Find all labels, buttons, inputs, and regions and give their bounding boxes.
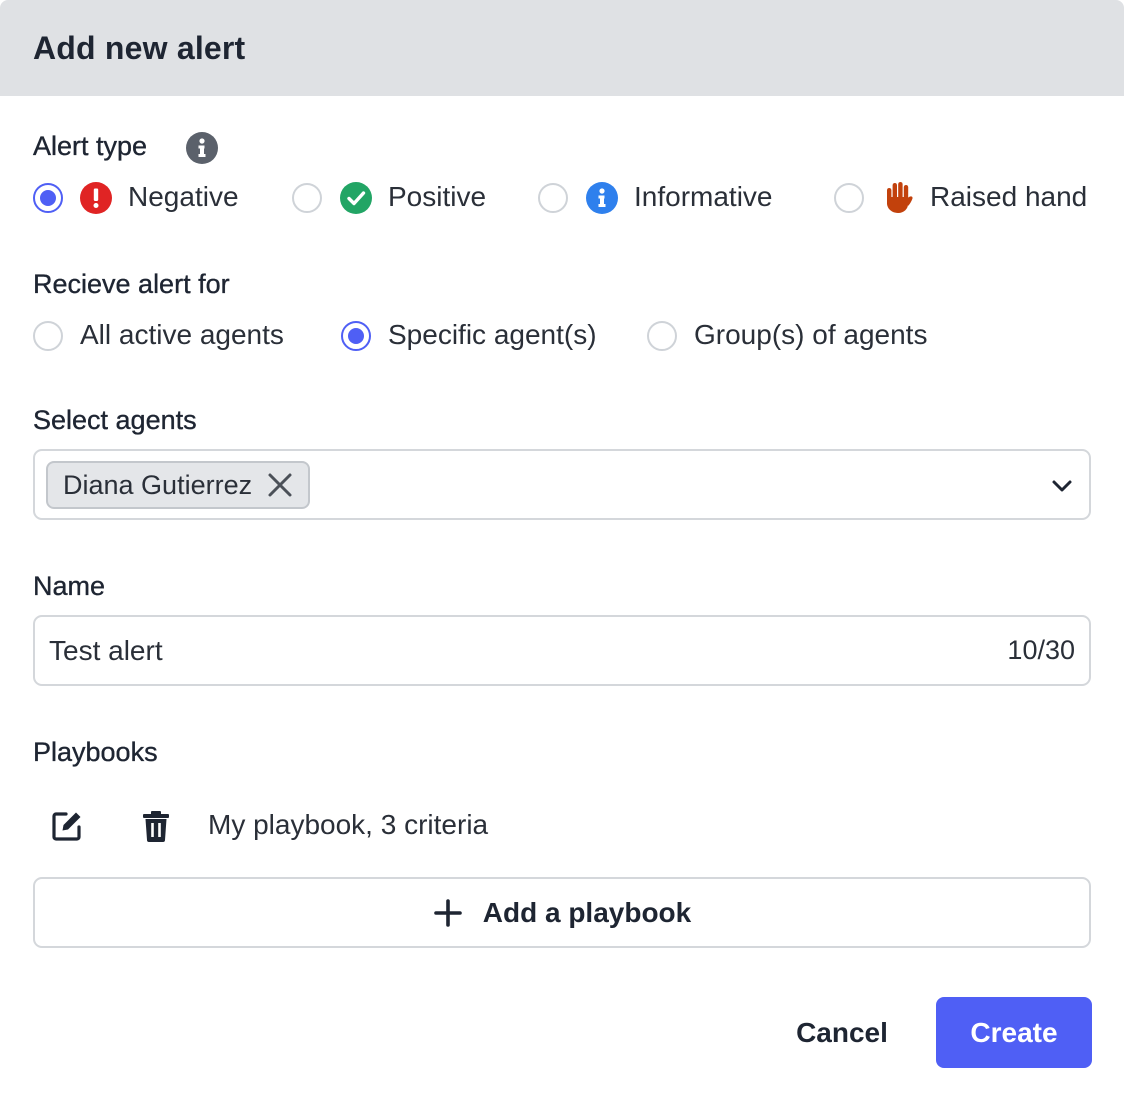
name-label: Name [33, 571, 106, 601]
option-label-informative: Informative [634, 181, 773, 212]
option-label-negative: Negative [128, 181, 239, 212]
playbooks-label: Playbooks [33, 737, 158, 767]
agents-multiselect[interactable]: Diana Gutierrez [33, 449, 1091, 520]
info-circle-icon [586, 182, 618, 214]
info-circle-icon[interactable] [186, 132, 218, 164]
option-label-all-active-agents: All active agents [80, 319, 284, 350]
option-label-groups-of-agents: Group(s) of agents [694, 319, 928, 350]
radio-informative[interactable] [538, 183, 568, 213]
name-input-value: Test alert [49, 635, 163, 666]
option-label-raised-hand: Raised hand [930, 181, 1088, 212]
radio-negative[interactable] [33, 183, 63, 213]
cancel-button[interactable]: Cancel [780, 997, 904, 1068]
name-input[interactable]: Test alert 10/30 [33, 615, 1091, 686]
agent-chip: Diana Gutierrez [46, 461, 311, 509]
add-alert-dialog: Add new alert Alert type Negative Positi… [0, 0, 1124, 1100]
plus-icon [433, 898, 463, 928]
receive-for-label: Recieve alert for [33, 269, 230, 299]
select-agents-label: Select agents [33, 405, 197, 435]
radio-all-active-agents[interactable] [33, 321, 63, 351]
add-playbook-label: Add a playbook [482, 896, 692, 928]
dialog-header: Add new alert [0, 0, 1124, 96]
radio-raised-hand[interactable] [834, 183, 864, 213]
raised-hand-icon [880, 179, 916, 215]
close-icon[interactable] [266, 471, 294, 499]
playbook-item-text: My playbook, 3 criteria [208, 809, 489, 840]
exclamation-circle-icon [80, 182, 112, 214]
add-playbook-button[interactable]: Add a playbook [33, 877, 1091, 948]
radio-groups-of-agents[interactable] [647, 321, 677, 351]
edit-icon[interactable] [47, 806, 87, 846]
trash-icon[interactable] [136, 806, 176, 846]
chevron-down-icon[interactable] [1049, 473, 1075, 499]
create-button[interactable]: Create [936, 997, 1092, 1068]
option-label-specific-agents: Specific agent(s) [388, 319, 597, 350]
check-circle-icon [340, 182, 372, 214]
dialog-title: Add new alert [33, 29, 246, 66]
radio-positive[interactable] [292, 183, 322, 213]
radio-specific-agents[interactable] [341, 321, 371, 351]
option-label-positive: Positive [388, 181, 487, 212]
character-counter: 10/30 [1007, 635, 1075, 665]
alert-type-label: Alert type [33, 131, 148, 161]
agent-chip-label: Diana Gutierrez [63, 469, 253, 500]
